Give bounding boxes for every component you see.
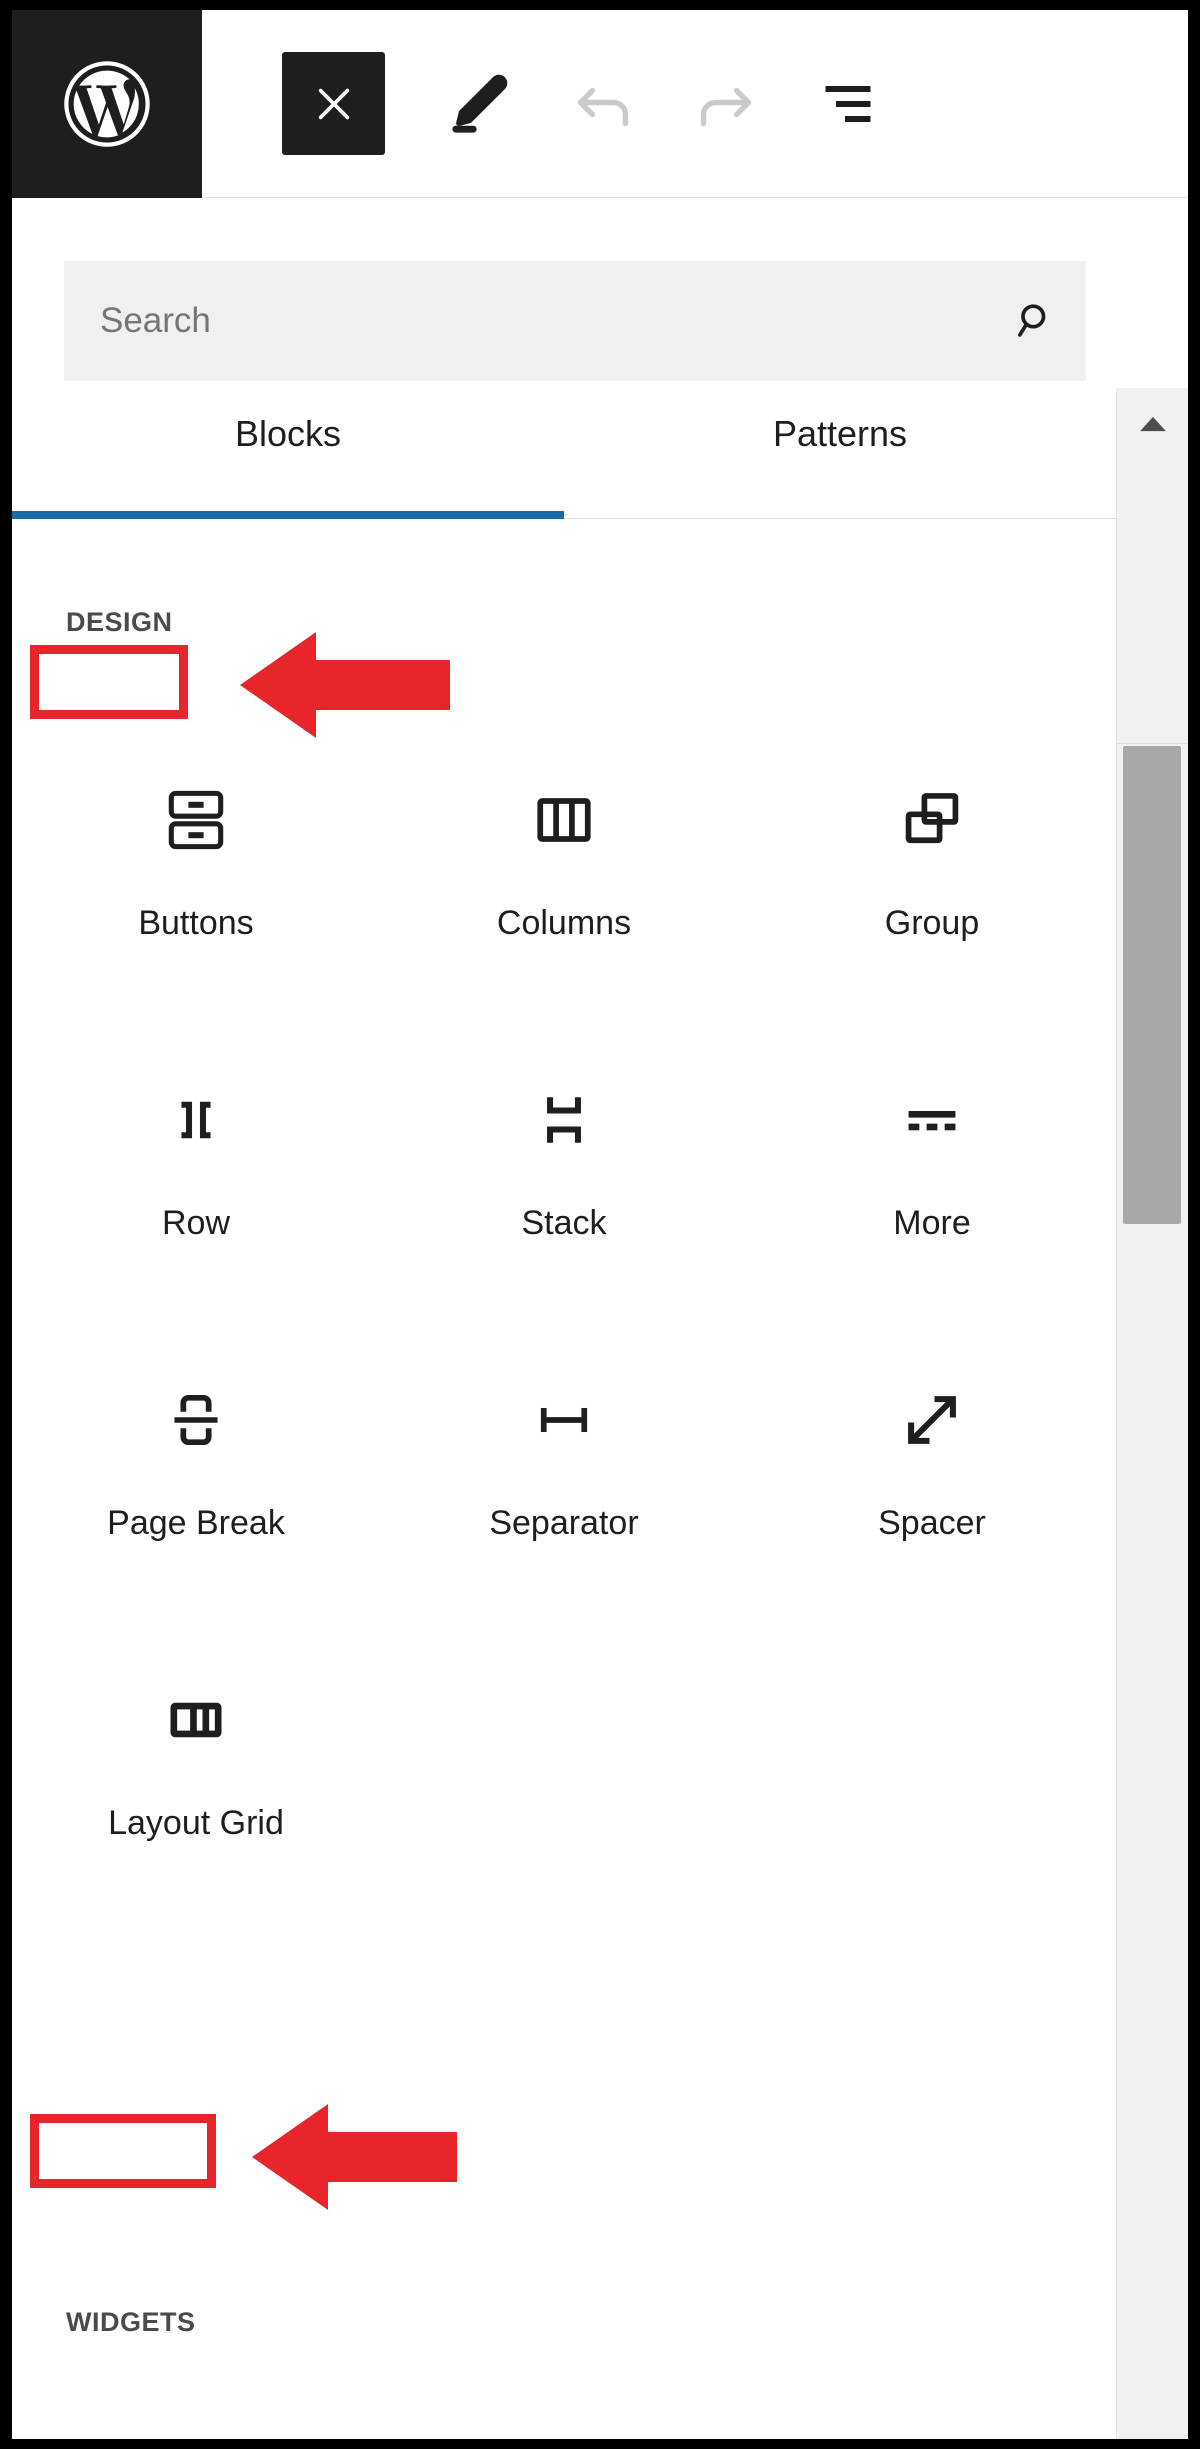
block-item-page-break[interactable]: Page Break	[12, 1329, 380, 1629]
layout-grid-block-icon	[141, 1665, 251, 1775]
columns-block-icon	[509, 765, 619, 875]
block-item-more[interactable]: More	[748, 1029, 1116, 1329]
stack-block-icon	[509, 1065, 619, 1175]
search-container	[64, 261, 1086, 381]
scroll-up-arrow-icon[interactable]	[1117, 388, 1188, 460]
block-item-row[interactable]: Row	[12, 1029, 380, 1329]
inserter-tabs: Blocks Patterns	[12, 409, 1116, 519]
block-item-spacer[interactable]: Spacer	[748, 1329, 1116, 1629]
pencil-edit-icon[interactable]	[432, 58, 524, 150]
tab-blocks[interactable]: Blocks	[12, 409, 564, 519]
magnifier-search-icon	[986, 299, 1086, 343]
block-label: Row	[161, 1204, 231, 1242]
separator-block-icon	[509, 1365, 619, 1475]
block-label: Separator	[489, 1504, 639, 1542]
search-input[interactable]	[64, 261, 986, 381]
more-block-icon	[877, 1065, 987, 1175]
block-label: Page Break	[107, 1504, 285, 1542]
block-label: Group	[884, 904, 980, 942]
block-inserter-panel: Blocks Patterns DESIGN	[12, 199, 1188, 2439]
scrollbar-track-divider	[1117, 743, 1188, 744]
close-inserter-button[interactable]	[282, 52, 385, 155]
block-label: Columns	[496, 904, 632, 942]
widgets-block-grid	[12, 2427, 1116, 2439]
group-block-icon	[877, 765, 987, 875]
row-block-icon	[141, 1065, 251, 1175]
list-view-icon[interactable]	[802, 58, 894, 150]
block-label: Layout Grid	[108, 1804, 284, 1842]
wordpress-logo-icon[interactable]	[12, 10, 202, 198]
wordpress-editor-window: Blocks Patterns DESIGN	[12, 10, 1188, 2439]
editor-toolbar	[12, 10, 1188, 198]
buttons-block-icon	[141, 765, 251, 875]
screenshot-root: Blocks Patterns DESIGN	[0, 0, 1200, 2449]
inserter-scrollbar[interactable]	[1116, 388, 1188, 2439]
block-label: Spacer	[878, 1504, 986, 1542]
design-block-grid: Buttons Columns Group Row Stack More Pag…	[12, 729, 1116, 1929]
block-item-calendar[interactable]	[380, 2427, 748, 2439]
block-item-layout-grid[interactable]: Layout Grid	[12, 1629, 380, 1929]
page-break-block-icon	[141, 1365, 251, 1475]
block-sections: DESIGN Buttons Columns Group Row Stack M…	[12, 521, 1116, 2439]
block-item-archives[interactable]	[12, 2427, 380, 2439]
redo-arrow-icon[interactable]	[680, 58, 772, 150]
undo-arrow-icon[interactable]	[557, 58, 649, 150]
block-label: More	[893, 1204, 971, 1242]
block-item-categories[interactable]	[748, 2427, 1116, 2439]
block-label: Stack	[521, 1204, 607, 1242]
block-item-columns[interactable]: Columns	[380, 729, 748, 1029]
tab-patterns[interactable]: Patterns	[564, 409, 1116, 518]
scrollbar-thumb[interactable]	[1123, 746, 1181, 1224]
block-item-buttons[interactable]: Buttons	[12, 729, 380, 1029]
section-title-widgets: WIDGETS	[66, 2307, 196, 2337]
block-label: Buttons	[138, 904, 254, 942]
block-item-separator[interactable]: Separator	[380, 1329, 748, 1629]
spacer-block-icon	[877, 1365, 987, 1475]
section-title-design: DESIGN	[66, 607, 173, 637]
search-box[interactable]	[64, 261, 1086, 381]
block-item-stack[interactable]: Stack	[380, 1029, 748, 1329]
block-item-group[interactable]: Group	[748, 729, 1116, 1029]
